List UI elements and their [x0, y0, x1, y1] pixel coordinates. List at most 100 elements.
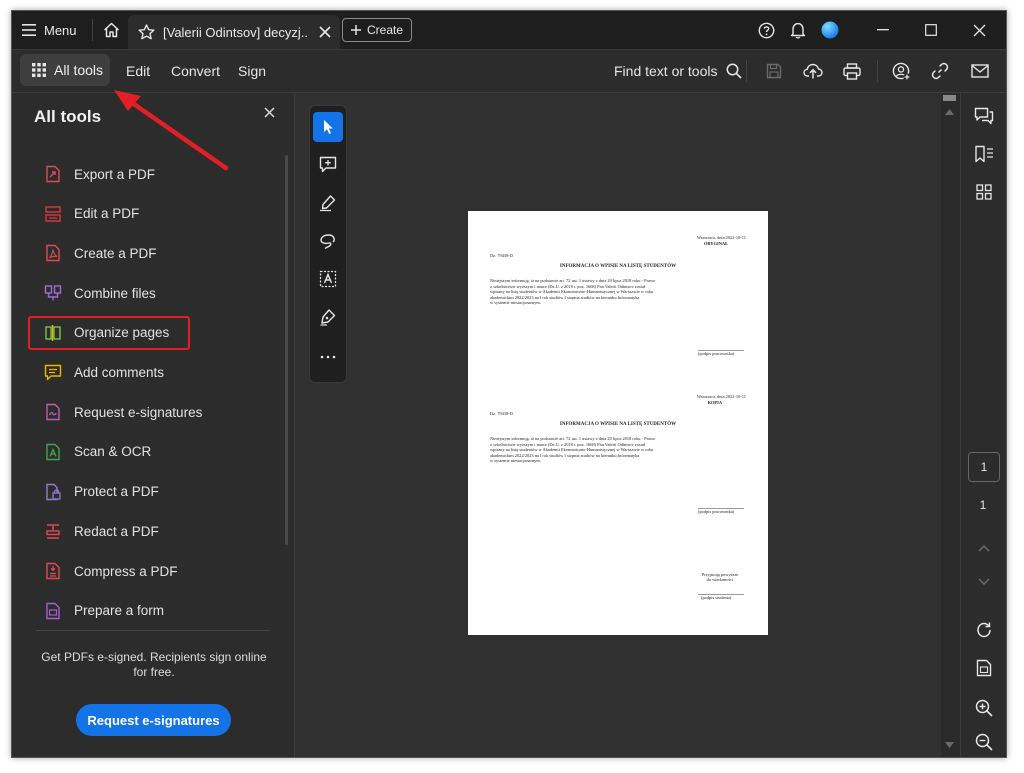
tool-scan-ocr[interactable]: Scan & OCR: [28, 435, 272, 469]
select-tool[interactable]: [313, 112, 343, 142]
body-line: w systemie niestacjonarnym.: [490, 458, 541, 464]
student-signature-caption: (podpis studenta): [701, 595, 732, 600]
document-viewer[interactable]: Warszawa, dnia 2022-10-11 ORYGINAŁ Dz. 7…: [295, 93, 960, 757]
home-button[interactable]: [100, 11, 122, 49]
tool-label: Scan & OCR: [74, 444, 152, 460]
edit-menu[interactable]: Edit: [126, 50, 150, 92]
close-panel-button[interactable]: [264, 107, 275, 118]
scroll-up-icon[interactable]: [945, 109, 954, 115]
bell-icon: [790, 21, 806, 39]
home-icon: [103, 22, 120, 38]
save-button[interactable]: [759, 56, 789, 86]
more-tools-button[interactable]: [313, 342, 343, 372]
tool-export-pdf[interactable]: Export a PDF: [28, 157, 272, 191]
pdf-page[interactable]: Warszawa, dnia 2022-10-11 ORYGINAŁ Dz. 7…: [468, 211, 768, 635]
thumbnails-icon: [976, 184, 992, 200]
tool-add-comments[interactable]: Add comments: [28, 356, 272, 390]
zoom-in-button[interactable]: [969, 693, 999, 723]
tool-label: Create a PDF: [74, 245, 157, 261]
zoom-out-icon: [975, 733, 993, 751]
body-text: Niniejszym informuję, iż na podstawie ar…: [490, 278, 655, 306]
next-page-button[interactable]: [969, 567, 999, 597]
grid-icon: [32, 63, 46, 77]
tool-prepare-form[interactable]: Prepare a form: [28, 594, 272, 628]
email-button[interactable]: [965, 56, 995, 86]
tool-label: Add comments: [74, 365, 165, 380]
add-user-icon: [892, 62, 911, 81]
text-box-icon: [319, 270, 337, 288]
draw-tool[interactable]: [313, 226, 343, 256]
thumbnails-button[interactable]: [969, 177, 999, 207]
export-pdf-icon: [44, 165, 62, 183]
search-icon: [726, 63, 742, 79]
maximize-icon: [925, 24, 937, 36]
organize-pages-icon: [44, 324, 62, 342]
save-icon: [766, 63, 782, 79]
protect-pdf-icon: [44, 483, 62, 501]
place-date: Warszawa, dnia 2022-10-11: [696, 235, 746, 240]
star-icon[interactable]: [138, 24, 155, 40]
document-tab[interactable]: [Valerii Odintsov] decyzj...: [128, 15, 340, 49]
document-scrollbar[interactable]: [941, 93, 960, 757]
profile-avatar[interactable]: [810, 11, 850, 49]
promo-text: Get PDFs e-signed. Recipients sign onlin…: [41, 650, 267, 679]
close-window-button[interactable]: [956, 11, 1002, 49]
tool-redact-pdf[interactable]: Redact a PDF: [28, 514, 272, 548]
divider: [36, 630, 270, 631]
close-icon: [973, 24, 986, 37]
tool-compress-pdf[interactable]: Compress a PDF: [28, 554, 272, 588]
create-button[interactable]: Create: [342, 18, 412, 42]
print-button[interactable]: [837, 56, 867, 86]
request-esignatures-button[interactable]: Request e-signatures: [76, 704, 231, 736]
previous-page-button[interactable]: [969, 533, 999, 563]
tool-label: Protect a PDF: [74, 484, 159, 500]
tool-organize-pages[interactable]: Organize pages: [28, 315, 190, 350]
help-icon: [758, 22, 775, 39]
bookmarks-button[interactable]: [969, 139, 999, 169]
tool-label: Prepare a form: [74, 603, 165, 619]
minimize-button[interactable]: [860, 11, 906, 49]
scroll-thumb[interactable]: [943, 95, 956, 101]
rotate-button[interactable]: [969, 615, 999, 645]
tool-label: Compress a PDF: [74, 563, 178, 579]
upload-cloud-button[interactable]: [798, 56, 828, 86]
highlight-tool[interactable]: [313, 188, 343, 218]
sign-menu[interactable]: Sign: [238, 50, 266, 92]
maximize-button[interactable]: [908, 11, 954, 49]
avatar-icon: [821, 21, 839, 39]
tool-label: Organize pages: [74, 325, 170, 341]
place-date: Warszawa, dnia 2022-10-11: [696, 394, 746, 399]
tool-label: Export a PDF: [74, 166, 156, 182]
minimize-icon: [877, 29, 889, 31]
text-box-tool[interactable]: [313, 264, 343, 294]
all-tools-button[interactable]: All tools: [20, 54, 110, 86]
tool-protect-pdf[interactable]: Protect a PDF: [28, 475, 272, 509]
panel-title: All tools: [34, 107, 102, 126]
tool-request-esignatures[interactable]: Request e-signatures: [28, 395, 272, 429]
sign-tool[interactable]: [313, 302, 343, 332]
find-tools-button[interactable]: Find text or tools: [614, 50, 742, 92]
convert-menu[interactable]: Convert: [171, 50, 220, 92]
prepare-form-icon: [44, 602, 62, 620]
close-tab-icon[interactable]: [319, 26, 331, 38]
add-comment-tool[interactable]: [313, 150, 343, 180]
tool-combine-files[interactable]: Combine files: [28, 276, 272, 310]
panel-scrollbar[interactable]: [285, 155, 288, 545]
zoom-in-icon: [975, 699, 993, 717]
more-icon: [320, 355, 336, 359]
tool-edit-pdf[interactable]: Edit a PDF: [28, 197, 272, 231]
right-rail: 1 1: [960, 93, 1006, 757]
zoom-out-button[interactable]: [969, 727, 999, 757]
scroll-down-icon[interactable]: [945, 742, 954, 748]
menu-button[interactable]: Menu: [22, 11, 77, 49]
fit-page-button[interactable]: [969, 653, 999, 683]
fit-page-icon: [976, 659, 992, 677]
comments-panel-button[interactable]: [969, 101, 999, 131]
current-page-input[interactable]: 1: [968, 452, 1000, 482]
document-heading: INFORMACJA O WPISIE NA LISTĘ STUDENTÓW: [559, 264, 677, 269]
tool-create-pdf[interactable]: Create a PDF: [28, 236, 272, 270]
compress-pdf-icon: [44, 562, 62, 580]
copy-link-button[interactable]: [925, 56, 955, 86]
share-user-button[interactable]: [886, 56, 916, 86]
copy-label: ORYGINAŁ: [704, 241, 728, 246]
